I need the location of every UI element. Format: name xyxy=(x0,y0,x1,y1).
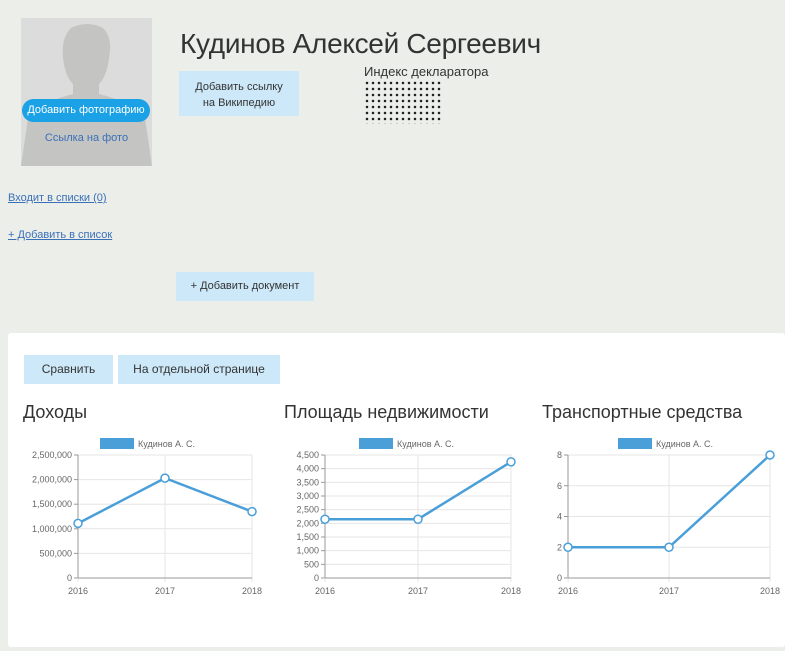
legend-swatch xyxy=(618,438,652,449)
y-tick-label: 1,500,000 xyxy=(32,499,72,509)
y-tick-label: 8 xyxy=(557,450,562,460)
x-tick-label: 2016 xyxy=(315,586,335,596)
y-tick-label: 0 xyxy=(314,573,319,583)
wiki-button-line1: Добавить ссылку xyxy=(195,81,283,93)
page-title: Кудинов Алексей Сергеевич xyxy=(180,28,541,59)
y-tick-label: 1,000 xyxy=(296,546,319,556)
property-chart-title: Площадь недвижимости xyxy=(284,402,489,422)
declarator-index-label: Индекс декларатора xyxy=(364,64,489,79)
x-tick-label: 2017 xyxy=(408,586,428,596)
lists-link[interactable]: Входит в списки (0) xyxy=(8,192,107,204)
y-tick-label: 3,500 xyxy=(296,477,319,487)
income-chart: Кудинов А. С. 0 500,000 1,000,000 1,500,000 2… xyxy=(12,433,262,648)
x-tick-label: 2017 xyxy=(659,586,679,596)
x-tick-label: 2016 xyxy=(558,586,578,596)
data-point[interactable] xyxy=(160,473,170,483)
declarator-index-pattern xyxy=(364,80,442,124)
y-tick-label: 500,000 xyxy=(39,548,72,558)
legend-swatch xyxy=(100,438,134,449)
y-tick-label: 2 xyxy=(557,542,562,552)
y-tick-label: 2,000 xyxy=(296,518,319,528)
data-point[interactable] xyxy=(320,514,330,524)
vehicles-chart-title: Транспортные средства xyxy=(542,402,743,422)
data-point[interactable] xyxy=(664,542,674,552)
x-tick-label: 2018 xyxy=(760,586,780,596)
wiki-button-line2: на Википедию xyxy=(202,97,276,109)
y-tick-label: 2,500,000 xyxy=(32,450,72,460)
vehicles-chart: Кудинов А. С. 0 2 4 6 8 2016 2017 2018 xyxy=(530,433,780,648)
y-tick-label: 500 xyxy=(304,559,319,569)
income-chart-title: Доходы xyxy=(23,402,88,422)
legend-label: Кудинов А. С. xyxy=(397,439,454,449)
x-tick-label: 2017 xyxy=(155,586,175,596)
x-tick-label: 2018 xyxy=(242,586,262,596)
y-tick-label: 1,000,000 xyxy=(32,524,72,534)
photo-link[interactable]: Ссылка на фото xyxy=(21,132,152,144)
y-tick-label: 4,000 xyxy=(296,464,319,474)
legend-label: Кудинов А. С. xyxy=(656,439,713,449)
y-tick-label: 4,500 xyxy=(296,450,319,460)
data-point[interactable] xyxy=(563,542,573,552)
x-tick-label: 2016 xyxy=(68,586,88,596)
y-tick-label: 4 xyxy=(557,512,562,522)
legend-label: Кудинов А. С. xyxy=(138,439,195,449)
data-point[interactable] xyxy=(506,457,516,467)
chart-svg: Кудинов А. С. 0 2 4 6 8 2016 2017 2018 xyxy=(557,438,780,596)
y-tick-label: 0 xyxy=(67,573,72,583)
add-photo-button[interactable]: Добавить фотографию xyxy=(22,99,150,122)
y-tick-label: 0 xyxy=(557,573,562,583)
data-point[interactable] xyxy=(73,518,83,529)
add-wikipedia-link-button[interactable]: Добавить ссылку на Википедию xyxy=(179,71,299,116)
separate-page-button[interactable]: На отдельной странице xyxy=(118,355,280,384)
property-chart: Кудинов А. С. 0 500 1,000 1,500 2,000 2,500 3,0… xyxy=(271,433,521,648)
charts-panel: Сравнить На отдельной странице Доходы Пл… xyxy=(8,333,785,647)
y-tick-label: 1,500 xyxy=(296,532,319,542)
chart-svg: Кудинов А. С. 0 500 1,000 1,500 2,000 2,500 3,0… xyxy=(296,438,521,596)
data-point[interactable] xyxy=(247,506,257,517)
legend-swatch xyxy=(359,438,393,449)
add-document-button[interactable]: + Добавить документ xyxy=(176,272,314,301)
data-point[interactable] xyxy=(765,450,775,460)
y-tick-label: 3,000 xyxy=(296,491,319,501)
y-tick-label: 2,500 xyxy=(296,505,319,515)
x-tick-label: 2018 xyxy=(501,586,521,596)
data-point[interactable] xyxy=(413,514,423,524)
chart-svg: Кудинов А. С. 0 500,000 1,000,000 1,500,000 2… xyxy=(32,438,262,596)
y-tick-label: 2,000,000 xyxy=(32,475,72,485)
compare-button[interactable]: Сравнить xyxy=(24,355,113,384)
y-tick-label: 6 xyxy=(557,481,562,491)
add-to-list-link[interactable]: + Добавить в список xyxy=(8,229,112,241)
